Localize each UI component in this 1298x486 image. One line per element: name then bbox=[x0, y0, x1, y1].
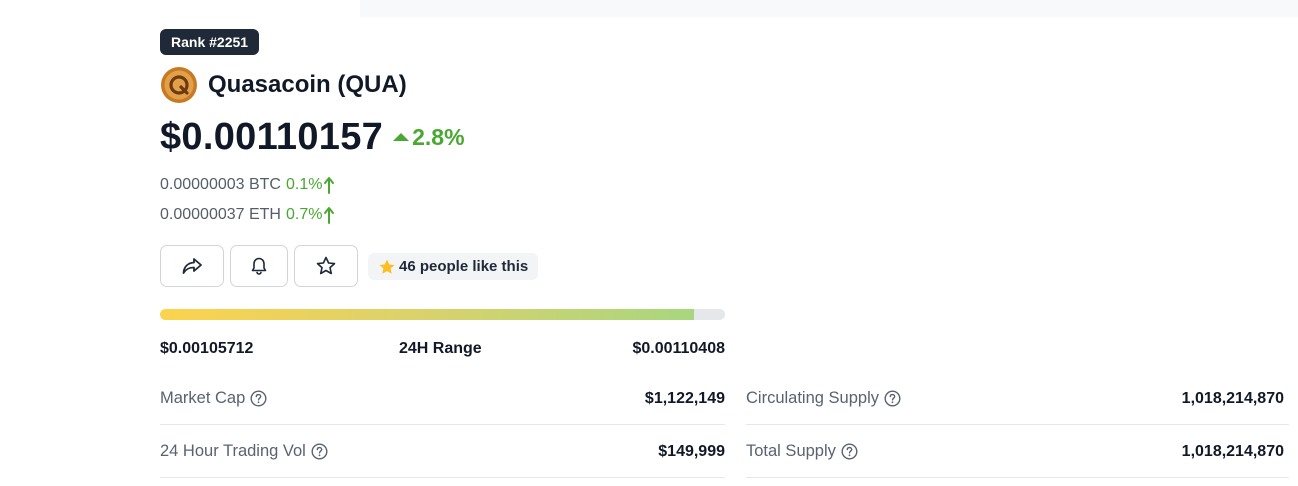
coin-header: Quasacoin (QUA) bbox=[160, 66, 407, 104]
eth-change: 0.7% bbox=[285, 206, 323, 223]
stat-label: Circulating Supply bbox=[746, 389, 901, 408]
btc-value: 0.00000003 BTC bbox=[160, 176, 281, 193]
help-icon[interactable] bbox=[250, 390, 267, 407]
price-change-value: 2.8% bbox=[412, 124, 465, 150]
trading-vol-value: $149,999 bbox=[658, 442, 725, 460]
stat-total-supply: Total Supply 1,018,214,870 bbox=[746, 426, 1289, 478]
help-icon[interactable] bbox=[841, 443, 858, 460]
caret-up-icon bbox=[393, 132, 410, 141]
likes-text: 46 people like this bbox=[399, 258, 529, 275]
total-supply-label: Total Supply bbox=[746, 442, 836, 460]
star-filled-icon bbox=[379, 259, 395, 274]
watchlist-button[interactable] bbox=[294, 245, 358, 287]
star-icon bbox=[316, 256, 336, 275]
stat-trading-vol: 24 Hour Trading Vol $149,999 bbox=[160, 426, 725, 478]
range-24h-fill bbox=[160, 309, 694, 320]
current-price: $0.00110157 bbox=[160, 116, 384, 158]
quasacoin-logo-icon bbox=[160, 66, 198, 104]
eth-value: 0.00000037 ETH bbox=[160, 206, 281, 223]
stat-label: 24 Hour Trading Vol bbox=[160, 442, 328, 461]
trading-vol-label: 24 Hour Trading Vol bbox=[160, 442, 306, 460]
stat-label: Market Cap bbox=[160, 389, 267, 408]
circulating-supply-value: 1,018,214,870 bbox=[1181, 389, 1284, 407]
stat-circulating-supply: Circulating Supply 1,018,214,870 bbox=[746, 373, 1289, 425]
btc-conversion: 0.00000003 BTC 0.1% bbox=[160, 176, 335, 194]
help-icon[interactable] bbox=[311, 443, 328, 460]
range-label: 24H Range bbox=[399, 340, 482, 357]
market-cap-value: $1,122,149 bbox=[644, 389, 725, 407]
price-change-24h: 2.8% bbox=[393, 124, 465, 151]
range-high: $0.00110408 bbox=[632, 340, 725, 357]
eth-conversion: 0.00000037 ETH 0.7% bbox=[160, 206, 335, 224]
btc-change: 0.1% bbox=[285, 176, 323, 193]
share-icon bbox=[182, 258, 202, 274]
price-alert-button[interactable] bbox=[230, 245, 288, 287]
market-cap-label: Market Cap bbox=[160, 389, 246, 407]
top-bar bbox=[360, 0, 1298, 17]
share-button[interactable] bbox=[160, 245, 224, 287]
stat-market-cap: Market Cap $1,122,149 bbox=[160, 373, 725, 425]
likes-badge: 46 people like this bbox=[368, 253, 539, 280]
price-row: $0.00110157 2.8% bbox=[160, 116, 465, 159]
arrow-up-icon bbox=[324, 177, 335, 194]
bell-icon bbox=[251, 257, 267, 275]
rank-badge: Rank #2251 bbox=[160, 29, 260, 55]
help-icon[interactable] bbox=[884, 390, 901, 407]
circulating-supply-label: Circulating Supply bbox=[746, 389, 879, 407]
range-24h-bar bbox=[160, 309, 725, 320]
coin-name: Quasacoin (QUA) bbox=[208, 71, 407, 98]
range-low: $0.00105712 bbox=[160, 340, 254, 357]
total-supply-value: 1,018,214,870 bbox=[1181, 442, 1284, 460]
stat-label: Total Supply bbox=[746, 442, 858, 461]
arrow-up-icon bbox=[324, 207, 335, 224]
